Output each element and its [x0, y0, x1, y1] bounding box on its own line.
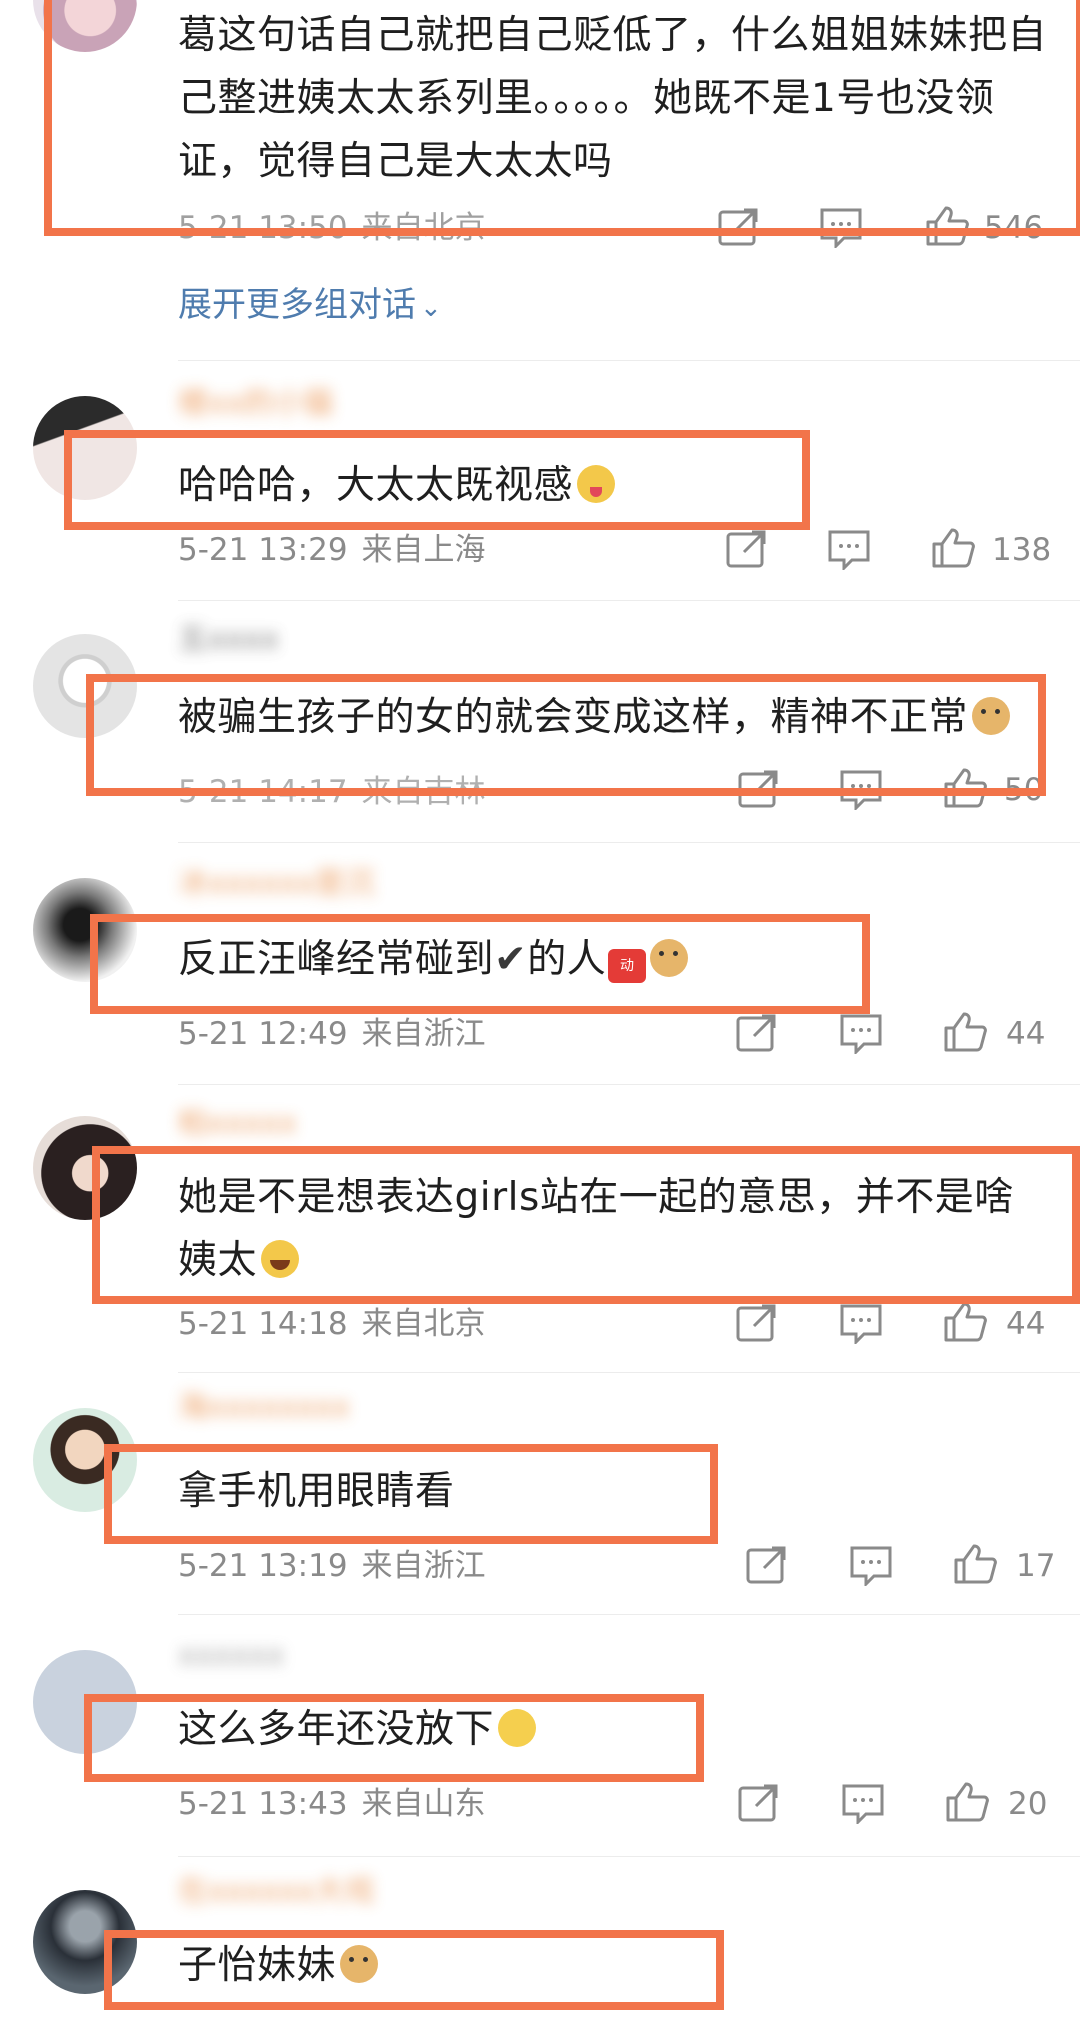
comment-location: 来自北京: [361, 1306, 486, 1342]
comment-time: 5-21 14:17: [178, 774, 348, 810]
avatar[interactable]: [33, 634, 137, 738]
share-icon[interactable]: [734, 1302, 780, 1344]
comment-item: xxxxxx 这么多年还没放下 5-21 13:43 来自山东 20: [0, 1616, 1080, 1856]
comment-location: 来自北京: [361, 210, 486, 246]
comment-item: 在xxxxxx大戏 子怡妹妹: [0, 1858, 1080, 2018]
comment-time: 5-21 13:50: [178, 210, 348, 246]
like-count: 44: [1006, 1016, 1046, 1052]
divider: [178, 1856, 1080, 1857]
divider: [178, 1372, 1080, 1373]
comment-icon[interactable]: [826, 528, 872, 570]
comment-page: 葛这句话自己就把自己贬低了，什么姐姐妹妹把自己整进姨太太系列里。。。。。她既不是…: [0, 0, 1080, 2018]
comment-item: 葛这句话自己就把自己贬低了，什么姐姐妹妹把自己整进姨太太系列里。。。。。她既不是…: [0, 0, 1080, 350]
doge-emoji: [340, 1945, 379, 1983]
share-icon[interactable]: [724, 528, 770, 570]
share-icon[interactable]: [734, 1012, 780, 1054]
laugh-emoji: [261, 1240, 300, 1278]
avatar[interactable]: [33, 1890, 137, 1994]
like-icon[interactable]: [942, 766, 988, 808]
comment-username[interactable]: 海xxxxxxxx: [178, 1388, 350, 1428]
comment-meta: 5-21 13:29 来自上海: [178, 530, 486, 570]
divider: [178, 360, 1080, 361]
comment-username[interactable]: 冰xxxxxx是沉: [178, 864, 375, 904]
like-count: 50: [1004, 772, 1044, 808]
like-count: 138: [992, 532, 1052, 568]
comment-time: 5-21 13:19: [178, 1548, 348, 1584]
doge-emoji: [650, 939, 689, 977]
comment-location: 来自上海: [361, 532, 486, 568]
share-icon[interactable]: [744, 1544, 790, 1586]
avatar[interactable]: [33, 1650, 137, 1754]
comment-icon[interactable]: [840, 1782, 886, 1824]
shrug-emoji: [498, 1709, 537, 1747]
share-icon[interactable]: [716, 206, 762, 248]
divider: [178, 1614, 1080, 1615]
expand-more-link[interactable]: 展开更多组对话 ⌄: [178, 282, 442, 328]
comment-username[interactable]: 柏xxxxx: [178, 1104, 297, 1144]
comment-meta: 5-21 13:19 来自浙江: [178, 1546, 486, 1586]
like-icon[interactable]: [952, 1542, 998, 1584]
comment-time: 5-21 12:49: [178, 1016, 348, 1052]
comment-text: 葛这句话自己就把自己贬低了，什么姐姐妹妹把自己整进姨太太系列里。。。。。她既不是…: [178, 13, 1048, 184]
avatar[interactable]: [33, 878, 137, 982]
comment-icon[interactable]: [838, 768, 884, 810]
comment-time: 5-21 14:18: [178, 1306, 348, 1342]
like-icon[interactable]: [942, 1300, 988, 1342]
comment-username[interactable]: xxxxxx: [178, 1636, 285, 1676]
comment-username[interactable]: 五xxxx: [178, 620, 279, 660]
comment-item: 柏xxxxx 她是不是想表达girls站在一起的意思，并不是啥姨太 5-21 1…: [0, 1086, 1080, 1372]
like-icon[interactable]: [930, 526, 976, 568]
chevron-down-icon: ⌄: [420, 293, 442, 323]
comment-icon[interactable]: [848, 1544, 894, 1586]
comment-username[interactable]: 楼xx的小猫: [178, 384, 334, 424]
comment-text: 哈哈哈，大太太既视感: [178, 454, 1060, 517]
comment-meta: 5-21 14:17 来自吉林: [178, 772, 486, 812]
comment-location: 来自浙江: [361, 1548, 486, 1584]
like-count: 20: [1008, 1786, 1048, 1822]
avatar[interactable]: [33, 1408, 137, 1512]
check-mark-emoji: ✔: [494, 937, 528, 982]
avatar[interactable]: [33, 1116, 137, 1220]
comment-location: 来自吉林: [361, 774, 486, 810]
comment-text: 反正汪峰经常碰到✔的人动: [178, 928, 1060, 991]
divider: [178, 600, 1080, 601]
comment-item: 海xxxxxxxx 拿手机用眼睛看 5-21 13:19 来自浙江 17: [0, 1374, 1080, 1614]
avatar[interactable]: [33, 396, 137, 500]
avatar[interactable]: [33, 0, 137, 52]
gift-badge-icon: 动: [608, 949, 647, 983]
comment-text: 被骗生孩子的女的就会变成这样，精神不正常: [178, 686, 1060, 749]
doge-emoji: [972, 697, 1011, 735]
share-icon[interactable]: [736, 768, 782, 810]
like-count: 546: [984, 210, 1044, 246]
comment-text: 子怡妹妹: [178, 1934, 1060, 1997]
like-icon[interactable]: [944, 1780, 990, 1822]
divider: [178, 842, 1080, 843]
comment-icon[interactable]: [838, 1302, 884, 1344]
comment-location: 来自浙江: [361, 1016, 486, 1052]
comment-text: 拿手机用眼睛看: [178, 1469, 455, 1514]
comment-meta: 5-21 12:49 来自浙江: [178, 1014, 486, 1054]
comment-username[interactable]: 在xxxxxx大戏: [178, 1872, 375, 1912]
comment-meta: 5-21 13:50 来自北京: [178, 208, 486, 248]
comment-icon[interactable]: [838, 1012, 884, 1054]
comment-location: 来自山东: [361, 1786, 486, 1822]
like-count: 17: [1016, 1548, 1056, 1584]
share-icon[interactable]: [736, 1782, 782, 1824]
comment-meta: 5-21 13:43 来自山东: [178, 1784, 486, 1824]
comment-meta: 5-21 14:18 来自北京: [178, 1304, 486, 1344]
comment-time: 5-21 13:43: [178, 1786, 348, 1822]
tongue-emoji: [577, 465, 616, 503]
divider: [178, 1084, 1080, 1085]
comment-text: 她是不是想表达girls站在一起的意思，并不是啥姨太: [178, 1175, 1014, 1283]
comment-item: 五xxxx 被骗生孩子的女的就会变成这样，精神不正常 5-21 14:17 来自吉…: [0, 602, 1080, 842]
comment-time: 5-21 13:29: [178, 532, 348, 568]
comment-item: 楼xx的小猫 哈哈哈，大太太既视感 5-21 13:29 来自上海 138: [0, 362, 1080, 600]
like-icon[interactable]: [924, 204, 970, 246]
comment-icon[interactable]: [818, 206, 864, 248]
comment-text: 这么多年还没放下: [178, 1698, 1060, 1761]
like-count: 44: [1006, 1306, 1046, 1342]
comment-item: 冰xxxxxx是沉 反正汪峰经常碰到✔的人动 5-21 12:49 来自浙江 44: [0, 844, 1080, 1084]
like-icon[interactable]: [942, 1010, 988, 1052]
